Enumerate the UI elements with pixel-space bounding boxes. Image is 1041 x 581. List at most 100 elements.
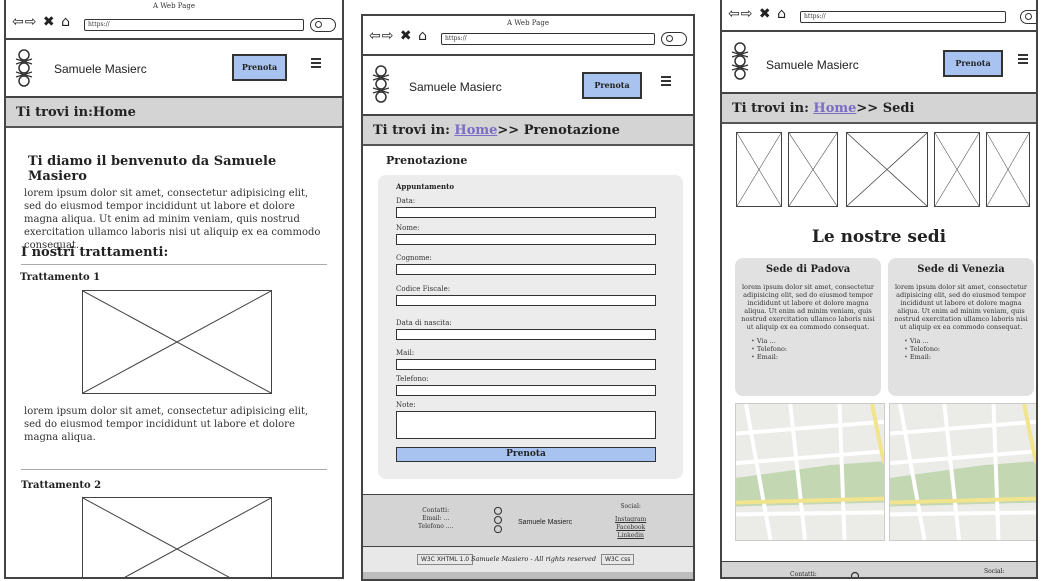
sede-card-list: Via ... Telefono: Email: [904,337,1028,361]
divider [21,264,327,265]
home-mockup: A Web Page ⇦⇨ ✖ ⌂ https:// Samuele Masie… [4,0,344,579]
site-header: Samuele Masierc Prenota [722,32,1036,94]
sede-card-address: Via ... [904,337,1028,345]
sede-card-phone: Telefono: [751,345,875,353]
sede-card-title: Sede di Venezia [917,264,1005,275]
breadcrumb-separator: >> [856,101,879,116]
facebook-link[interactable]: Facebook [615,524,646,532]
url-field[interactable]: https:// [800,11,1006,23]
breadcrumb: Ti trovi in:Home [6,98,342,128]
data-nascita-input[interactable] [396,329,656,340]
treatment1-image-placeholder [82,290,272,394]
url-field[interactable]: https:// [441,33,655,45]
field-label-cognome: Cognome: [396,254,432,262]
mail-input[interactable] [396,359,656,370]
form-title: Appuntamento [396,182,455,191]
gallery-image-placeholder [934,132,980,207]
prenota-button[interactable]: Prenota [232,54,287,81]
sede-card-title: Sede di Padova [765,264,851,275]
brand-name[interactable]: Samuele Masierc [409,80,502,94]
logo-icon [731,42,749,80]
site-footer: Contatti: Social: [722,561,1036,577]
site-header: Samuele Masierc Prenota [6,40,342,98]
field-label-mail: Mail: [396,349,415,357]
w3c-css-badge[interactable]: W3C css [601,554,635,565]
hamburger-menu-icon[interactable] [1018,54,1028,64]
map-padova[interactable] [735,403,885,541]
map-venezia[interactable] [889,403,1036,541]
brand-name[interactable]: Samuele Masierc [54,62,147,76]
sede-card-email: Email: [751,353,875,361]
browser-nav-icons[interactable]: ⇦⇨ ✖ ⌂ [12,14,71,30]
bottom-strip [363,572,693,579]
breadcrumb: Ti trovi in: Home>> Prenotazione [363,116,693,146]
brand-name[interactable]: Samuele Masierc [766,58,859,72]
breadcrumb-prefix: Ti trovi in: [373,123,450,138]
sedi-title: Le nostre sedi [811,227,947,247]
sede-card-phone: Telefono: [904,345,1028,353]
treatment2-image-placeholder [82,497,272,577]
prenota-button[interactable]: Prenota [582,72,642,99]
hamburger-menu-icon[interactable] [661,76,671,86]
breadcrumb-current: Sedi [882,101,915,116]
sede-card-list: Via ... Telefono: Email: [751,337,875,361]
codice-fiscale-input[interactable] [396,295,656,306]
field-label-codice-fiscale: Codice Fiscale: [396,285,451,293]
treatment1-title: Trattamento 1 [20,272,101,283]
sede-card: Sede di Venezia lorem ipsum dolor sit am… [888,258,1034,396]
cognome-input[interactable] [396,264,656,275]
footer-social-title: Social: [984,568,1005,575]
footer-brand: Samuele Masierc [518,519,573,526]
search-icon[interactable] [1020,10,1036,24]
logo-icon [15,49,33,87]
browser-nav-icons[interactable]: ⇦⇨ ✖ ⌂ [728,6,787,22]
footer-contacts-title: Contatti: [422,507,450,514]
prenota-button[interactable]: Prenota [943,50,1003,77]
data-input[interactable] [396,207,656,218]
nome-input[interactable] [396,234,656,245]
gallery-image-placeholder [736,132,782,207]
treatments-title: I nostri trattamenti: [21,245,169,260]
breadcrumb-prefix: Ti trovi in: [732,101,809,116]
browser-bar: A Web Page ⇦⇨ ✖ ⌂ https:// [6,0,342,40]
sede-card-text: lorem ipsum dolor sit amet, consectetur … [741,283,875,331]
linkedin-link[interactable]: Linkedin [615,532,646,540]
copyright-bar: W3C XHTML 1.0 Samuele Masiero - All righ… [363,546,693,572]
welcome-section: Ti diamo il benvenuto da Samuele Masiero… [24,154,328,252]
instagram-link[interactable]: Instagram [615,516,646,524]
breadcrumb-current: Prenotazione [523,123,620,138]
footer-email: Email: ... [422,515,450,522]
browser-bar: A Web Page ⇦⇨ ✖ ⌂ https:// [363,16,693,56]
treatment1-text: lorem ipsum dolor sit amet, consectetur … [24,406,309,443]
copyright-text: Samuele Masiero - All rights reserved [471,555,597,563]
footer-social-title: Social: [620,503,641,510]
footer-contacts: Contatti: Email: ... Telefono .... [418,507,453,531]
sedi-mockup: ⇦⇨ ✖ ⌂ https:// Samuele Masierc Prenota … [720,0,1038,579]
gallery [736,132,1030,207]
telefono-input[interactable] [396,385,656,396]
breadcrumb-prefix: Ti trovi in: [16,105,93,120]
booking-form: Appuntamento Data: Nome: Cognome: Codice… [378,175,683,479]
browser-nav-icons[interactable]: ⇦⇨ ✖ ⌂ [369,28,428,44]
booking-mockup: A Web Page ⇦⇨ ✖ ⌂ https:// Samuele Masie… [361,14,695,581]
search-icon[interactable] [310,18,336,32]
field-label-data: Data: [396,197,416,205]
gallery-image-placeholder [846,132,928,207]
browser-title: A Web Page [507,19,549,27]
field-label-note: Note: [396,401,416,409]
url-field[interactable]: https:// [84,19,304,31]
search-icon[interactable] [661,32,687,46]
prenota-submit-button[interactable]: Prenota [396,447,656,462]
breadcrumb-home-link[interactable]: Home [454,123,497,138]
field-label-data-nascita: Data di nascita: [396,319,452,327]
footer-phone: Telefono .... [418,523,454,530]
breadcrumb-separator: >> [497,123,520,138]
gallery-image-placeholder [986,132,1030,207]
hamburger-menu-icon[interactable] [311,58,321,68]
w3c-xhtml-badge[interactable]: W3C XHTML 1.0 [417,554,474,565]
field-label-nome: Nome: [396,224,420,232]
breadcrumb-home-link[interactable]: Home [813,101,856,116]
note-textarea[interactable] [396,411,656,439]
breadcrumb: Ti trovi in: Home>> Sedi [722,94,1036,124]
gallery-image-placeholder [788,132,838,207]
